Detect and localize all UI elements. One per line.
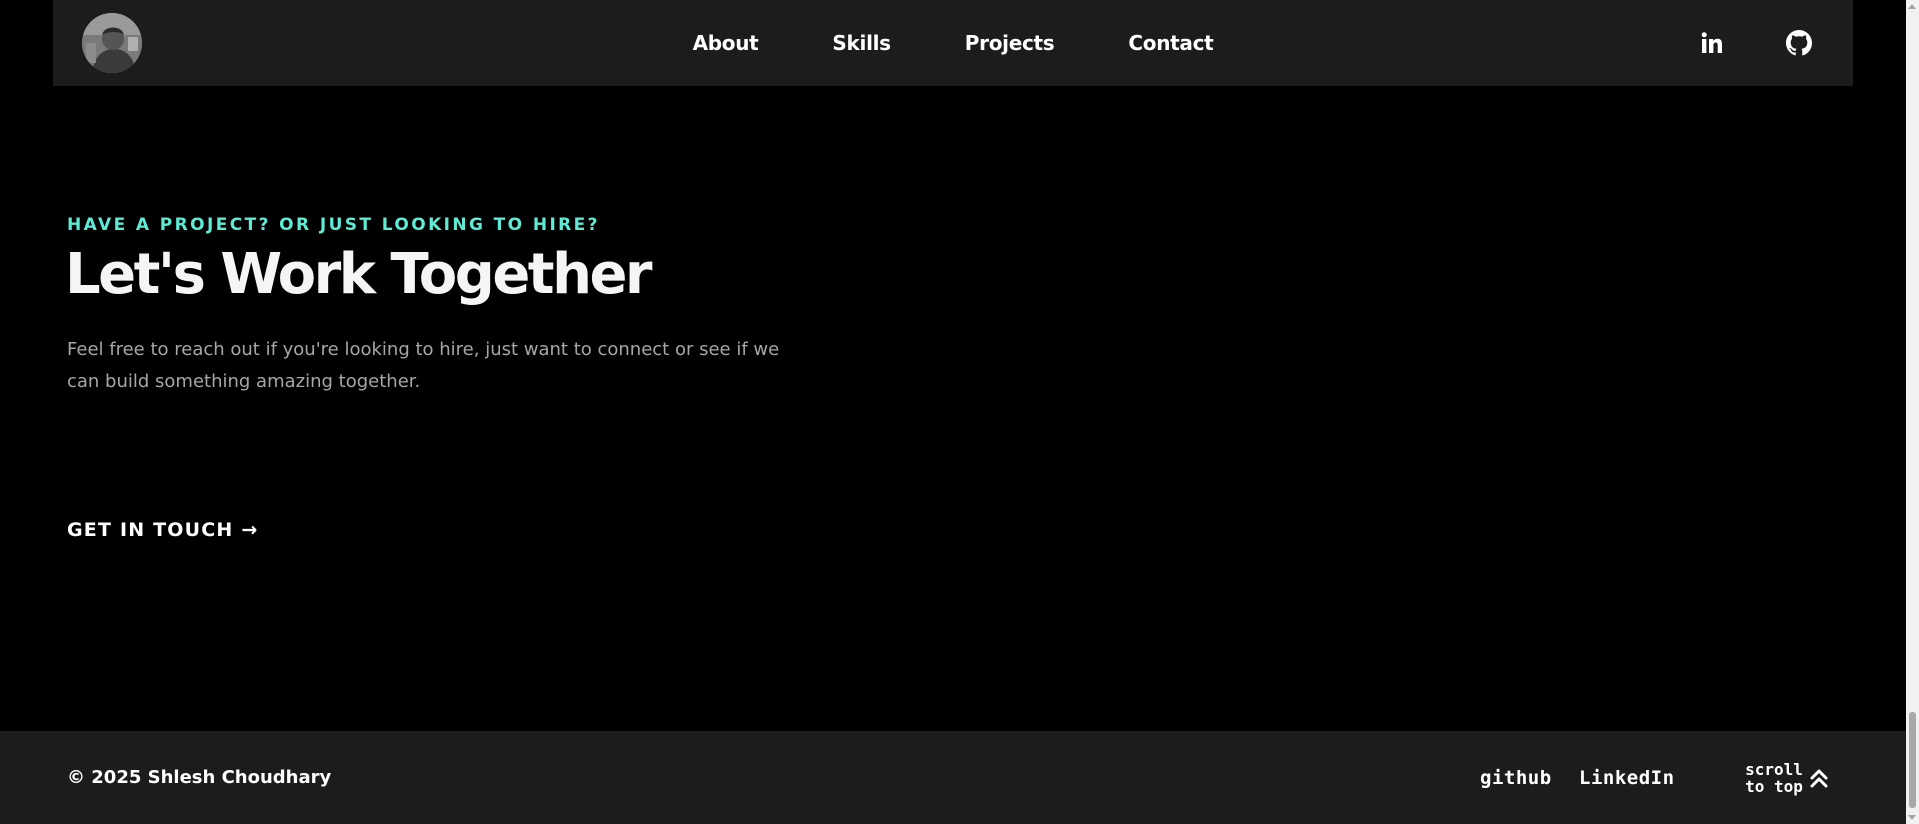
page-scrollbar[interactable] — [1906, 0, 1919, 824]
get-in-touch-button[interactable]: GET IN TOUCH → — [67, 519, 258, 541]
github-icon[interactable] — [1786, 0, 1812, 86]
footer-link-github[interactable]: github — [1480, 731, 1552, 824]
page-title: Let's Work Together — [65, 242, 653, 307]
copyright-text: © 2025 Shlesh Choudhary — [67, 767, 332, 788]
top-navbar: About Skills Projects Contact — [53, 0, 1853, 86]
footer-link-linkedin[interactable]: LinkedIn — [1579, 731, 1675, 824]
nav-link-projects[interactable]: Projects — [965, 31, 1055, 55]
scroll-to-top-line-2: to top — [1745, 776, 1803, 796]
double-chevron-up-icon — [1810, 769, 1828, 787]
scroll-to-top-button[interactable]: scroll to top — [1744, 731, 1830, 824]
section-description: Feel free to reach out if you're looking… — [67, 339, 780, 392]
nav-link-about[interactable]: About — [693, 31, 759, 55]
linkedin-icon[interactable] — [1700, 0, 1724, 86]
scrollbar-thumb[interactable] — [1909, 712, 1916, 808]
avatar-image — [82, 13, 142, 73]
nav-link-contact[interactable]: Contact — [1128, 31, 1213, 55]
footer: © 2025 Shlesh Choudhary github LinkedIn … — [0, 731, 1906, 824]
page: About Skills Projects Contact HAVE A PRO… — [0, 0, 1919, 824]
nav-link-skills[interactable]: Skills — [832, 31, 891, 55]
scroll-down-arrow-icon[interactable] — [1908, 815, 1916, 820]
avatar[interactable] — [82, 13, 142, 73]
scroll-to-top-label: scroll to top — [1744, 761, 1804, 795]
nav-links: About Skills Projects Contact — [53, 0, 1853, 86]
section-eyebrow: HAVE A PROJECT? OR JUST LOOKING TO HIRE? — [67, 215, 600, 235]
scroll-up-arrow-icon[interactable] — [1908, 4, 1916, 9]
